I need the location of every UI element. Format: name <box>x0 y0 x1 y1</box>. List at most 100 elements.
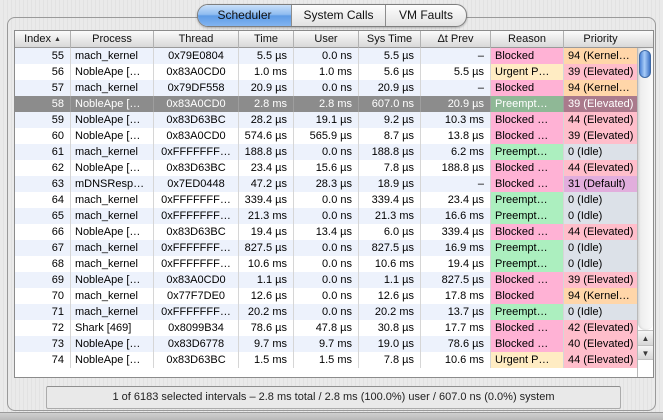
column-header-label: Priority <box>583 33 617 45</box>
cell-priority: 0 (Idle) <box>564 144 637 160</box>
table-row[interactable]: 73 NobleApe [… 0x83D6778 9.7 ms 9.7 ms 1… <box>15 336 637 352</box>
column-header-user[interactable]: User <box>294 31 359 48</box>
window-bottom-edge <box>0 412 663 420</box>
tab-vm-faults[interactable]: VM Faults <box>386 5 466 26</box>
column-header-label: Thread <box>179 33 214 45</box>
table-row[interactable]: 59 NobleApe [… 0x83D63BC 28.2 µs 19.1 µs… <box>15 112 637 128</box>
table-row[interactable]: 62 NobleApe [… 0x83D63BC 23.4 µs 15.6 µs… <box>15 160 637 176</box>
scrollbar-track[interactable] <box>638 48 653 330</box>
cell-process: mach_kernel <box>71 48 154 64</box>
column-header-reason[interactable]: Reason <box>491 31 564 48</box>
cell-dt-prev: – <box>421 48 491 64</box>
cell-reason: Preempt… <box>491 256 564 272</box>
column-header-process[interactable]: Process <box>71 31 154 48</box>
cell-process: NobleApe [… <box>71 128 154 144</box>
cell-thread: 0x83D6778 <box>154 336 239 352</box>
cell-sys-time: 21.3 ms <box>359 208 421 224</box>
cell-user: 0.0 ns <box>294 240 359 256</box>
cell-time: 1.1 µs <box>239 272 294 288</box>
table-row[interactable]: 55 mach_kernel 0x79E0804 5.5 µs 0.0 ns 5… <box>15 48 637 64</box>
cell-sys-time: 9.2 µs <box>359 112 421 128</box>
cell-user: 0.0 ns <box>294 272 359 288</box>
cell-priority: 39 (Elevated) <box>564 128 637 144</box>
table-row[interactable]: 57 mach_kernel 0x79DF558 20.9 µs 0.0 ns … <box>15 80 637 96</box>
tab-system-calls[interactable]: System Calls <box>292 5 386 26</box>
cell-dt-prev: 10.3 ms <box>421 112 491 128</box>
table-row[interactable]: 70 mach_kernel 0x77F7DE0 12.6 µs 0.0 ns … <box>15 288 637 304</box>
cell-priority: 40 (Elevated) <box>564 336 637 352</box>
cell-priority: 0 (Idle) <box>564 240 637 256</box>
cell-reason: Urgent P… <box>491 352 564 368</box>
cell-thread: 0xFFFFFFF… <box>154 240 239 256</box>
table-row[interactable]: 66 NobleApe [… 0x83D63BC 19.4 µs 13.4 µs… <box>15 224 637 240</box>
cell-sys-time: 20.9 µs <box>359 80 421 96</box>
cell-time: 12.6 µs <box>239 288 294 304</box>
table-row[interactable]: 68 mach_kernel 0xFFFFFFF… 10.6 ms 0.0 ns… <box>15 256 637 272</box>
cell-time: 574.6 µs <box>239 128 294 144</box>
table-row[interactable]: 65 mach_kernel 0xFFFFFFF… 21.3 ms 0.0 ns… <box>15 208 637 224</box>
table-row[interactable]: 74 NobleApe [… 0x83D63BC 1.5 ms 1.5 ms 7… <box>15 352 637 368</box>
cell-sys-time: 30.8 µs <box>359 320 421 336</box>
cell-time: 188.8 µs <box>239 144 294 160</box>
table-row[interactable]: 61 mach_kernel 0xFFFFFFF… 188.8 µs 0.0 n… <box>15 144 637 160</box>
scrollbar-thumb[interactable] <box>639 50 651 78</box>
column-header-time[interactable]: Time <box>239 31 294 48</box>
table-row[interactable]: 56 NobleApe [… 0x83A0CD0 1.0 ms 1.0 ms 5… <box>15 64 637 80</box>
scroll-up-button[interactable]: ▲ <box>638 330 653 345</box>
table-row[interactable]: 64 mach_kernel 0xFFFFFFF… 339.4 µs 0.0 n… <box>15 192 637 208</box>
cell-dt-prev: 188.8 µs <box>421 160 491 176</box>
table-row[interactable]: 71 mach_kernel 0xFFFFFFF… 20.2 ms 0.0 ns… <box>15 304 637 320</box>
cell-sys-time: 12.6 µs <box>359 288 421 304</box>
cell-index: 57 <box>15 80 71 96</box>
cell-reason: Preempt… <box>491 208 564 224</box>
cell-time: 10.6 ms <box>239 256 294 272</box>
cell-user: 0.0 ns <box>294 144 359 160</box>
cell-dt-prev: – <box>421 80 491 96</box>
cell-sys-time: 1.1 µs <box>359 272 421 288</box>
table-row[interactable]: 60 NobleApe [… 0x83A0CD0 574.6 µs 565.9 … <box>15 128 637 144</box>
table-row[interactable]: 72 Shark [469] 0x8099B34 78.6 µs 47.8 µs… <box>15 320 637 336</box>
scroll-down-button[interactable]: ▼ <box>638 345 653 360</box>
column-header-sys[interactable]: Sys Time <box>359 31 421 48</box>
cell-thread: 0x7ED0448 <box>154 176 239 192</box>
cell-dt-prev: 827.5 µs <box>421 272 491 288</box>
vertical-scrollbar[interactable]: ▲ ▼ <box>637 48 653 377</box>
cell-reason: Preempt… <box>491 192 564 208</box>
cell-user: 2.8 ms <box>294 96 359 112</box>
table-row[interactable]: 67 mach_kernel 0xFFFFFFF… 827.5 µs 0.0 n… <box>15 240 637 256</box>
cell-reason: Blocked … <box>491 336 564 352</box>
cell-index: 61 <box>15 144 71 160</box>
cell-time: 20.9 µs <box>239 80 294 96</box>
cell-index: 66 <box>15 224 71 240</box>
cell-dt-prev: 13.7 µs <box>421 304 491 320</box>
cell-process: mach_kernel <box>71 192 154 208</box>
column-header-dtprev[interactable]: Δt Prev <box>421 31 491 48</box>
cell-index: 70 <box>15 288 71 304</box>
cell-reason: Blocked … <box>491 112 564 128</box>
cell-thread: 0x83D63BC <box>154 352 239 368</box>
cell-sys-time: 827.5 µs <box>359 240 421 256</box>
cell-reason: Blocked … <box>491 176 564 192</box>
tab-scheduler[interactable]: Scheduler <box>198 5 292 26</box>
table-row[interactable]: 63 mDNSResp… 0x7ED0448 47.2 µs 28.3 µs 1… <box>15 176 637 192</box>
cell-process: NobleApe [… <box>71 336 154 352</box>
table-row[interactable]: 58 NobleApe [… 0x83A0CD0 2.8 ms 2.8 ms 6… <box>15 96 637 112</box>
cell-reason: Preempt… <box>491 96 564 112</box>
cell-thread: 0x83D63BC <box>154 112 239 128</box>
column-header-priority[interactable]: Priority <box>564 31 637 48</box>
shark-scheduler-window: Scheduler System Calls VM Faults Index▲P… <box>0 0 663 420</box>
cell-time: 20.2 ms <box>239 304 294 320</box>
cell-process: mach_kernel <box>71 288 154 304</box>
cell-user: 0.0 ns <box>294 208 359 224</box>
cell-thread: 0x79E0804 <box>154 48 239 64</box>
cell-index: 58 <box>15 96 71 112</box>
cell-index: 71 <box>15 304 71 320</box>
cell-sys-time: 339.4 µs <box>359 192 421 208</box>
table-row[interactable]: 69 NobleApe [… 0x83A0CD0 1.1 µs 0.0 ns 1… <box>15 272 637 288</box>
cell-time: 28.2 µs <box>239 112 294 128</box>
column-header-index[interactable]: Index▲ <box>15 31 71 48</box>
cell-reason: Blocked … <box>491 160 564 176</box>
column-header-thread[interactable]: Thread <box>154 31 239 48</box>
cell-dt-prev: 339.4 µs <box>421 224 491 240</box>
cell-thread: 0x79DF558 <box>154 80 239 96</box>
